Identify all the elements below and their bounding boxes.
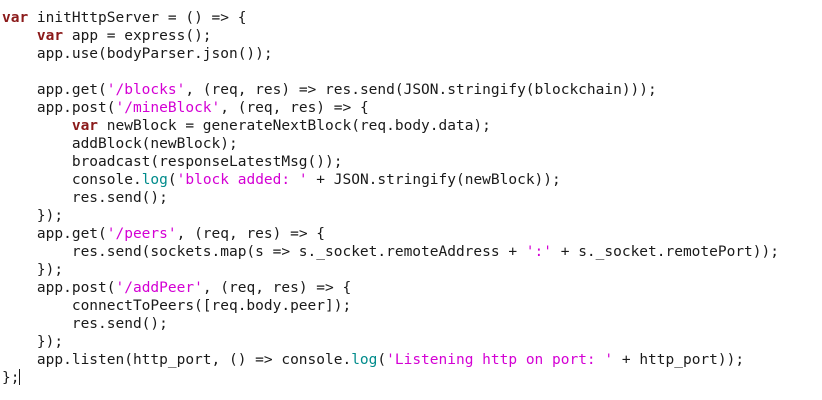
code-line: var initHttpServer = () => { <box>2 9 779 27</box>
code-token: + s._socket.remotePort)); <box>552 244 779 260</box>
code-editor[interactable]: var initHttpServer = () => { var app = e… <box>0 0 822 400</box>
code-token: app.get( <box>2 226 107 242</box>
string-token: '/addPeer' <box>115 280 203 296</box>
code-token: res.send(); <box>2 316 168 332</box>
code-line: var newBlock = generateNextBlock(req.bod… <box>2 117 779 135</box>
string-token: 'block added: ' <box>176 172 308 188</box>
code-token: , (req, res) => { <box>220 100 369 116</box>
code-token: newBlock = generateNextBlock(req.body.da… <box>98 118 491 134</box>
code-line: }); <box>2 333 779 351</box>
code-line: var app = express(); <box>2 27 779 45</box>
builtin-token: log <box>351 352 378 368</box>
keyword-token: var <box>71 118 99 134</box>
text-cursor <box>19 369 21 385</box>
code-line: res.send(sockets.map(s => s._socket.remo… <box>2 243 779 261</box>
code-token: res.send(); <box>2 190 168 206</box>
code-line: }); <box>2 261 779 279</box>
keyword-token: var <box>2 10 29 26</box>
code-token: res.send(sockets.map(s => s._socket.remo… <box>2 244 526 260</box>
code-token: broadcast(responseLatestMsg()); <box>2 154 343 170</box>
code-token: }); <box>2 208 64 224</box>
code-token: + http_port)); <box>613 352 745 368</box>
code-line: res.send(); <box>2 189 779 207</box>
builtin-token: log <box>141 172 168 188</box>
code-line: broadcast(responseLatestMsg()); <box>2 153 779 171</box>
code-line: app.use(bodyParser.json()); <box>2 45 779 63</box>
code-token: + JSON.stringify(newBlock)); <box>307 172 561 188</box>
code-token: connectToPeers([req.body.peer]); <box>2 298 352 314</box>
code-token: initHttpServer = () => { <box>28 10 247 26</box>
code-token: app.listen(http_port, () => console. <box>2 352 352 368</box>
string-token: '/mineBlock' <box>115 100 221 116</box>
code-line: app.post('/addPeer', (req, res) => { <box>2 279 779 297</box>
code-token: app.use(bodyParser.json()); <box>2 46 273 62</box>
keyword-token: var <box>36 28 64 44</box>
code-line: app.get('/blocks', (req, res) => res.sen… <box>2 81 779 99</box>
code-line: }); <box>2 207 779 225</box>
code-token: }); <box>2 262 64 278</box>
code-token: , (req, res) => { <box>176 226 326 242</box>
code-token: app.post( <box>2 100 116 116</box>
code-line: console.log('block added: ' + JSON.strin… <box>2 171 779 189</box>
code-token: ( <box>377 352 387 368</box>
code-line: res.send(); <box>2 315 779 333</box>
code-token: , (req, res) => { <box>202 280 352 296</box>
code-line: }; <box>2 369 779 387</box>
code-line: app.get('/peers', (req, res) => { <box>2 225 779 243</box>
code-token: }; <box>2 370 20 386</box>
code-line: app.post('/mineBlock', (req, res) => { <box>2 99 779 117</box>
string-token: '/blocks' <box>106 82 186 98</box>
code-token: app = express(); <box>63 28 212 44</box>
code-token: addBlock(newBlock); <box>2 136 238 152</box>
code-area[interactable]: var initHttpServer = () => { var app = e… <box>2 9 779 387</box>
code-token: , (req, res) => res.send(JSON.stringify(… <box>185 82 657 98</box>
code-token: app.post( <box>2 280 116 296</box>
code-line: addBlock(newBlock); <box>2 135 779 153</box>
string-token: ':' <box>525 244 552 260</box>
string-token: 'Listening http on port: ' <box>386 352 614 368</box>
code-token: }); <box>2 334 64 350</box>
code-line: connectToPeers([req.body.peer]); <box>2 297 779 315</box>
string-token: '/peers' <box>106 226 177 242</box>
code-token: app.get( <box>2 82 107 98</box>
code-token: console. <box>2 172 142 188</box>
code-line: app.listen(http_port, () => console.log(… <box>2 351 779 369</box>
code-token: ( <box>167 172 177 188</box>
